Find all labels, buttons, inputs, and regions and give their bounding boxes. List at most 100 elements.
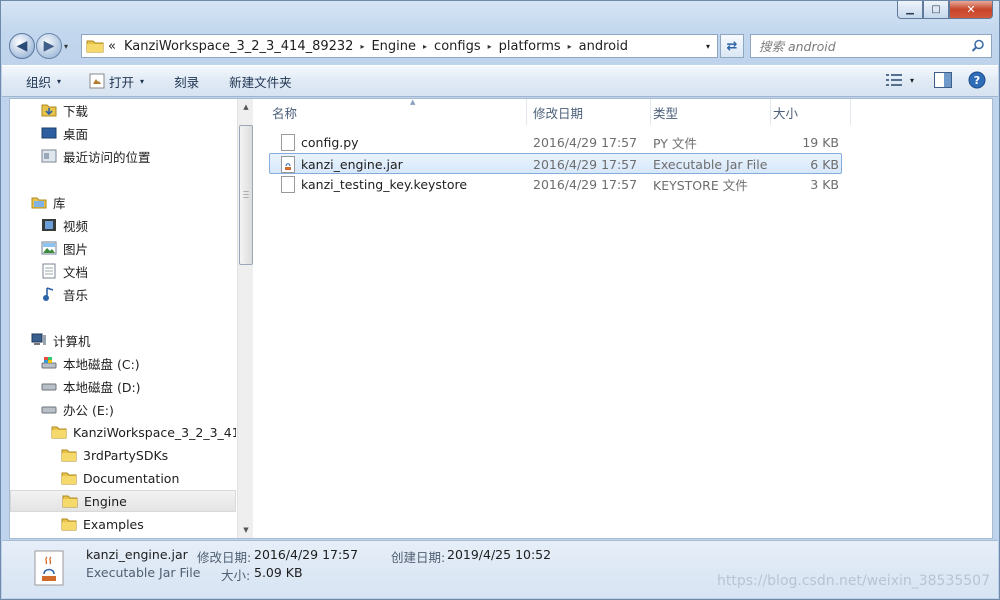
drive-icon [40,401,58,417]
nav-item-desktop[interactable]: 桌面 [40,122,88,144]
organize-label: 组织 [26,74,52,90]
nav-item-pictures[interactable]: 图片 [40,237,88,259]
nav-item-videos[interactable]: 视频 [40,214,88,236]
burn-button[interactable]: 刻录 [156,68,211,94]
column-label: 名称 [272,105,298,121]
preview-pane-icon [934,72,952,88]
breadcrumb-separator-icon[interactable]: ▸ [360,42,364,51]
breadcrumb-workspace[interactable]: KanziWorkspace_3_2_3_414_89232 [124,39,353,54]
nav-item-examples[interactable]: Examples [60,513,144,535]
change-view-button[interactable]: ▾ [880,69,920,91]
nav-item-label: Engine [84,493,127,509]
details-modified-value: 2016/4/29 17:57 [254,547,359,562]
picture-library-icon [40,240,58,256]
history-buttons: ◀ ▶ ▾ [9,33,68,59]
nav-item-label: 图片 [63,241,89,257]
address-bar[interactable]: « KanziWorkspace_3_2_3_414_89232 ▸ Engin… [81,34,718,58]
refresh-button[interactable]: ⇄ [720,34,744,58]
file-icon [281,134,295,151]
video-library-icon [40,217,58,233]
file-modified: 2016/4/29 17:57 [533,177,638,192]
nav-item-label: 下载 [63,103,89,119]
breadcrumb-platforms[interactable]: platforms [499,39,561,54]
help-button[interactable]: ? [966,69,988,91]
nav-item-label: 本地磁盘 (D:) [63,379,141,395]
jar-file-icon [34,550,64,586]
address-history-dropdown[interactable]: ▾ [699,35,717,57]
nav-item-3rdpartysdks[interactable]: 3rdPartySDKs [60,444,168,466]
nav-scrollbar[interactable]: ▲ — — — ▼ [237,99,253,538]
file-size: 3 KB [810,177,839,192]
nav-item-label: KanziWorkspace_3_2_3_414_ [73,424,236,440]
nav-item-documents[interactable]: 文档 [40,260,88,282]
navigation-pane: 下载 桌面 最近访问的位置 库 视频 图片 文档 音乐 计算机 本地磁盘 (C:… [10,99,236,538]
preview-pane-button[interactable] [932,69,954,91]
breadcrumb-overflow[interactable]: « [108,39,116,54]
column-header-name[interactable]: 名称 ▲ [272,98,527,125]
scroll-up-button[interactable]: ▲ [238,99,254,115]
nav-item-libraries[interactable]: 库 [30,191,66,213]
toolbar-right: ▾ ? [880,69,988,91]
document-library-icon [40,263,58,279]
folder-icon [61,493,79,509]
breadcrumb-separator-icon[interactable]: ▸ [423,42,427,51]
nav-item-label: 音乐 [63,287,89,303]
breadcrumb-separator-icon[interactable]: ▸ [488,42,492,51]
nav-item-music[interactable]: 音乐 [40,283,88,305]
open-label: 打开 [109,74,135,90]
search-input[interactable] [759,38,959,54]
breadcrumb-configs[interactable]: configs [434,39,481,54]
open-menu[interactable]: 打开 ▾ [73,68,156,94]
scroll-thumb[interactable]: — — — [239,125,253,265]
file-row[interactable]: kanzi_engine.jar 2016/4/29 17:57 Executa… [269,153,842,174]
file-type: KEYSTORE 文件 [653,178,748,193]
column-header-type[interactable]: 类型 [653,99,771,125]
nav-item-engine[interactable]: Engine [10,490,236,512]
back-button[interactable]: ◀ [9,33,35,59]
file-name: config.py [301,135,359,150]
organize-menu[interactable]: 组织 ▾ [2,68,73,94]
burn-label: 刻录 [174,74,200,90]
breadcrumb-separator-icon[interactable]: ▸ [568,42,572,51]
search-icon[interactable] [971,39,985,53]
search-box[interactable] [750,34,992,58]
download-folder-icon [40,102,58,118]
nav-item-label: 计算机 [53,333,91,349]
nav-item-label: 办公 (E:) [63,402,114,418]
close-button[interactable]: ✕ [949,1,993,19]
recent-pages-dropdown[interactable]: ▾ [64,42,68,51]
file-row[interactable]: kanzi_testing_key.keystore 2016/4/29 17:… [269,174,842,195]
file-name: kanzi_engine.jar [301,157,403,172]
scroll-down-button[interactable]: ▼ [238,522,254,538]
maximize-button[interactable]: □ [923,1,949,19]
recent-places-icon [40,148,58,164]
file-size: 6 KB [810,157,839,172]
nav-item-drive-e[interactable]: 办公 (E:) [40,398,114,420]
column-header-size[interactable]: 大小 [773,99,851,125]
details-filetype: Executable Jar File [86,565,201,580]
forward-button[interactable]: ▶ [36,33,62,59]
file-size: 19 KB [802,135,839,150]
file-row[interactable]: config.py 2016/4/29 17:57 PY 文件 19 KB [269,132,842,153]
open-file-icon [89,73,105,89]
file-name: kanzi_testing_key.keystore [301,177,468,192]
nav-item-computer[interactable]: 计算机 [30,329,91,351]
column-header-modified[interactable]: 修改日期 [533,99,651,125]
nav-item-drive-d[interactable]: 本地磁盘 (D:) [40,375,141,397]
folder-icon [60,516,78,532]
help-icon: ? [968,71,986,89]
file-type: PY 文件 [653,136,697,151]
breadcrumb-android[interactable]: android [579,39,628,54]
details-size-value: 5.09 KB [254,565,303,580]
nav-item-downloads[interactable]: 下载 [40,99,88,121]
jar-file-icon [281,156,295,173]
new-folder-button[interactable]: 新建文件夹 [211,68,304,94]
breadcrumb-engine[interactable]: Engine [371,39,416,54]
nav-item-drive-c[interactable]: 本地磁盘 (C:) [40,352,140,374]
minimize-button[interactable]: ▁ [897,1,923,19]
desktop-icon [40,125,58,141]
grip-icon: — — — [243,188,249,201]
nav-item-kanzi-workspace[interactable]: KanziWorkspace_3_2_3_414_ [50,421,236,443]
nav-item-recent-places[interactable]: 最近访问的位置 [40,145,151,167]
nav-item-documentation[interactable]: Documentation [60,467,179,489]
